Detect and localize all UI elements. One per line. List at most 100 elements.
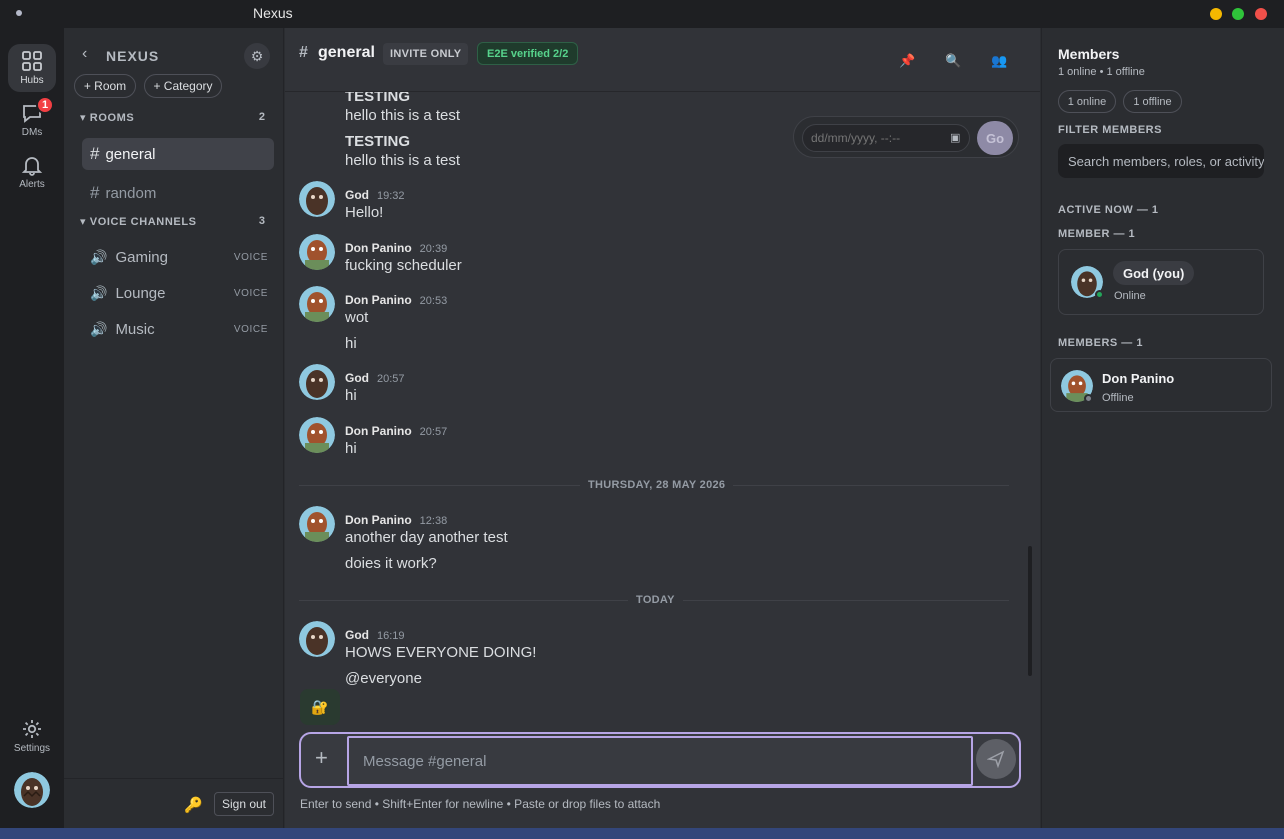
message-text: hello this is a test (345, 152, 461, 169)
jump-to-date: ▣ Go (793, 116, 1019, 158)
bell-icon (21, 157, 43, 176)
avatar[interactable] (299, 506, 335, 542)
add-category-button[interactable]: + Category (144, 74, 222, 98)
room-random[interactable]: # random (82, 177, 274, 209)
hash-icon: # (299, 44, 308, 61)
member-name: Don Panino (1102, 371, 1175, 386)
message-author[interactable]: Don Panino 20:53 (345, 293, 447, 307)
message-text: another day another test (345, 529, 508, 546)
rail-dms[interactable]: DMs 1 (8, 96, 56, 144)
member-card-you[interactable]: God (you) Online (1058, 249, 1264, 315)
rail-alerts[interactable]: Alerts (8, 148, 56, 196)
message-composer: + (299, 732, 1021, 788)
calendar-icon[interactable]: ▣ (950, 131, 960, 144)
offline-filter-pill[interactable]: 1 offline (1123, 90, 1182, 113)
search-icon[interactable]: 🔍 (945, 53, 961, 69)
voice-tag: VOICE (233, 287, 268, 299)
avatar[interactable] (299, 234, 335, 270)
dms-unread-badge: 1 (36, 96, 54, 114)
message-text: hi (345, 335, 357, 352)
go-button[interactable]: Go (977, 121, 1013, 155)
minimize-button[interactable] (1210, 8, 1222, 20)
voice-channel-label: Gaming (115, 248, 168, 266)
offline-status-dot (1084, 394, 1093, 403)
room-label: general (105, 145, 156, 163)
message-author[interactable]: Don Panino 20:39 (345, 241, 447, 255)
message-text: @everyone (345, 670, 422, 687)
date-time-input[interactable] (802, 124, 970, 152)
message-time: 20:57 (377, 373, 405, 385)
close-button[interactable] (1255, 8, 1267, 20)
message-author[interactable]: God 20:57 (345, 371, 405, 385)
members-section-header: MEMBERS — 1 (1058, 337, 1143, 349)
send-button[interactable] (976, 739, 1016, 779)
speaker-icon: 🔊 (90, 284, 108, 301)
avatar[interactable] (299, 181, 335, 217)
chevron-left-icon[interactable]: ‹ (82, 45, 87, 63)
app-menu-dot[interactable] (16, 10, 22, 16)
members-summary: 1 online • 1 offline (1058, 66, 1145, 78)
maximize-button[interactable] (1232, 8, 1244, 20)
chat-pane: # general INVITE ONLY E2E verified 2/2 📌… (285, 28, 1040, 828)
encryption-lock-button[interactable]: 🔐 (300, 689, 340, 725)
message-text: hi (345, 387, 357, 404)
message-time: 19:32 (377, 190, 405, 202)
title-bar: Nexus (0, 0, 1284, 28)
date-divider-label: THURSDAY, 28 MAY 2026 (580, 479, 734, 491)
sidebar-footer: 🔑 Sign out (64, 778, 284, 828)
add-room-button[interactable]: + Room (74, 74, 136, 98)
members-icon[interactable]: 👥 (991, 53, 1007, 69)
pin-icon[interactable]: 📌 (899, 53, 915, 69)
message-list[interactable]: TESTING hello this is a test TESTING hel… (285, 92, 1030, 732)
hub-settings-button[interactable]: ⚙ (244, 43, 270, 69)
rail-settings-label: Settings (13, 743, 51, 754)
avatar[interactable] (299, 417, 335, 453)
message-author[interactable]: Don Panino 20:57 (345, 424, 447, 438)
message-time: 20:53 (419, 295, 448, 307)
speaker-icon: 🔊 (90, 248, 108, 265)
voice-channel-music[interactable]: 🔊 Music VOICE (82, 313, 274, 345)
members-title: Members (1058, 46, 1120, 62)
member-section-header: MEMBER — 1 (1058, 228, 1136, 240)
avatar[interactable] (299, 286, 335, 322)
user-avatar[interactable] (14, 772, 50, 808)
member-name: God (you) (1123, 265, 1185, 281)
online-filter-pill[interactable]: 1 online (1058, 90, 1116, 113)
hash-icon: # (90, 183, 100, 202)
rooms-count: 2 (258, 111, 265, 123)
plus-icon[interactable]: + (315, 745, 328, 771)
message-author[interactable]: God 19:32 (345, 188, 405, 202)
avatar[interactable] (299, 364, 335, 400)
message-author[interactable]: God 16:19 (345, 628, 405, 642)
rooms-header[interactable]: ▾ ROOMS (80, 111, 134, 124)
channel-title: general (318, 44, 375, 61)
e2e-verified-badge[interactable]: E2E verified 2/2 (477, 42, 579, 65)
voice-channel-gaming[interactable]: 🔊 Gaming VOICE (82, 241, 274, 273)
voice-tag: VOICE (233, 251, 268, 263)
key-icon[interactable]: 🔑 (184, 796, 203, 814)
rail-alerts-label: Alerts (19, 179, 45, 190)
room-general[interactable]: # general (82, 138, 274, 170)
message-input[interactable] (347, 736, 973, 786)
rail-dms-label: DMs (21, 127, 43, 138)
voice-channels-header[interactable]: ▾ VOICE CHANNELS (80, 215, 197, 228)
rail-settings[interactable]: Settings (8, 712, 56, 760)
rail-hubs[interactable]: Hubs (8, 44, 56, 92)
message-author[interactable]: Don Panino 12:38 (345, 513, 447, 527)
scrollbar-thumb[interactable] (1028, 546, 1032, 676)
invite-only-badge: INVITE ONLY (383, 43, 469, 65)
composer-hint: Enter to send • Shift+Enter for newline … (300, 797, 661, 811)
member-card-don-panino[interactable]: Don Panino Offline (1050, 358, 1272, 412)
lock-icon: 🔐 (311, 698, 329, 715)
avatar[interactable] (299, 621, 335, 657)
chat-header: # general INVITE ONLY E2E verified 2/2 📌… (285, 28, 1040, 92)
voice-channel-lounge[interactable]: 🔊 Lounge VOICE (82, 277, 274, 309)
sign-out-button[interactable]: Sign out (214, 792, 274, 816)
member-search-input[interactable] (1058, 144, 1264, 178)
message-time: 20:57 (419, 426, 448, 438)
voice-channels-count: 3 (258, 215, 265, 227)
channel-sidebar: ‹ NEXUS ⚙ + Room + Category ▾ ROOMS 2 # … (64, 28, 284, 828)
nav-rail: Hubs DMs 1 Alerts Settings (0, 28, 64, 828)
members-panel: Members 1 online • 1 offline 1 online 1 … (1041, 28, 1284, 828)
message-text: Hello! (345, 204, 384, 221)
